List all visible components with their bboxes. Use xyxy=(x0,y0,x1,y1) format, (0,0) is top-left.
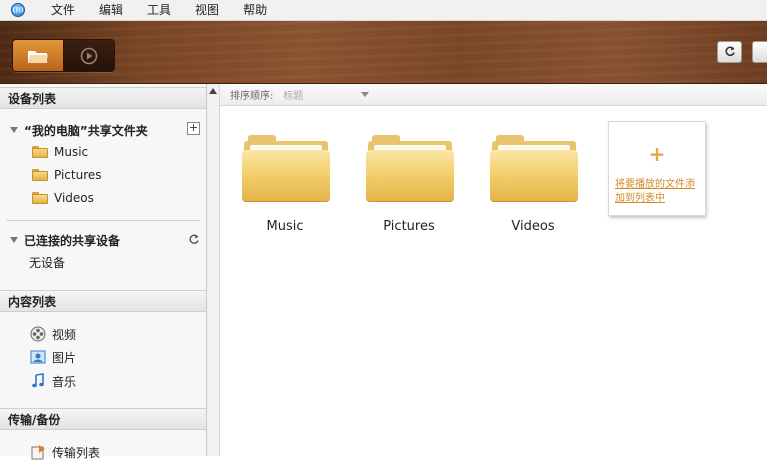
scroll-up-arrow-icon[interactable] xyxy=(209,88,217,94)
video-icon xyxy=(30,326,46,342)
sidebar-scrollbar[interactable] xyxy=(207,84,220,456)
menu-edit[interactable]: 编辑 xyxy=(87,0,135,20)
expand-triangle-icon[interactable] xyxy=(10,237,18,243)
content-area: 排序顺序: 标题 Music Pictures Videos + 将要播放的文件… xyxy=(220,84,767,456)
sidebar-folder-pictures[interactable]: Pictures xyxy=(32,166,102,184)
no-device-text: 无设备 xyxy=(29,255,66,270)
add-files-card[interactable]: + 将要播放的文件添 加到列表中 xyxy=(608,121,706,216)
devices-header: 设备列表 xyxy=(0,87,206,109)
connected-devices-label: 已连接的共享设备 xyxy=(24,233,121,248)
add-files-text-line2: 加到列表中 xyxy=(615,193,665,204)
folder-view-button[interactable] xyxy=(13,40,64,71)
transfer-item-list[interactable]: 传输列表 xyxy=(30,443,100,461)
folder-tile-music[interactable] xyxy=(242,135,330,202)
add-shared-folder-button[interactable]: + xyxy=(187,122,200,135)
sort-dropdown-arrow-icon[interactable] xyxy=(361,92,370,97)
folder-icon xyxy=(27,50,48,63)
menu-bar: ())) 文件 编辑 工具 视图 帮助 xyxy=(0,0,767,21)
folder-icon xyxy=(32,169,48,181)
folder-tile-label: Videos xyxy=(511,219,555,234)
picture-icon xyxy=(30,349,46,365)
menu-help[interactable]: 帮助 xyxy=(231,0,279,20)
my-computer-node[interactable]: “我的电脑”共享文件夹 xyxy=(10,121,148,139)
plus-icon: + xyxy=(648,142,666,166)
divider xyxy=(6,220,200,221)
play-icon xyxy=(80,47,97,64)
my-computer-label: “我的电脑”共享文件夹 xyxy=(24,123,148,138)
sidebar-folder-label: Music xyxy=(54,145,89,159)
content-header: 内容列表 xyxy=(0,290,206,312)
folder-tile-pictures[interactable] xyxy=(366,135,454,202)
folder-icon xyxy=(32,192,48,204)
view-switcher xyxy=(12,39,115,72)
refresh-button[interactable] xyxy=(717,41,742,63)
sort-select-value[interactable]: 标题 xyxy=(283,87,303,102)
folder-icon xyxy=(32,146,48,158)
toolbar xyxy=(0,21,767,84)
more-button[interactable] xyxy=(752,41,767,63)
music-note-icon xyxy=(30,373,46,389)
sidebar-folder-label: Pictures xyxy=(54,168,102,182)
add-files-link[interactable]: 将要播放的文件添 加到列表中 xyxy=(615,178,705,206)
sidebar: 设备列表 “我的电脑”共享文件夹 + Music Pictures Videos… xyxy=(0,84,207,460)
sort-bar: 排序顺序: 标题 xyxy=(220,84,767,106)
connected-devices-node[interactable]: 已连接的共享设备 xyxy=(10,231,120,249)
content-item-video[interactable]: 视频 xyxy=(30,325,76,343)
sidebar-folder-label: Videos xyxy=(54,191,94,205)
menu-view[interactable]: 视图 xyxy=(183,0,231,20)
sort-label: 排序顺序: xyxy=(230,91,274,102)
transfer-header: 传输/备份 xyxy=(0,408,206,430)
add-files-text-line1: 将要播放的文件添 xyxy=(615,179,695,190)
menu-file[interactable]: 文件 xyxy=(39,0,87,20)
refresh-icon xyxy=(724,46,735,57)
refresh-devices-icon[interactable] xyxy=(188,234,200,246)
folder-tile-label: Pictures xyxy=(383,219,435,234)
menu-tools[interactable]: 工具 xyxy=(135,0,183,20)
folder-tile-label: Music xyxy=(266,219,304,234)
sidebar-folder-music[interactable]: Music xyxy=(32,143,88,161)
content-item-picture[interactable]: 图片 xyxy=(30,348,76,366)
content-item-label: 音乐 xyxy=(52,374,77,389)
app-logo-icon: ())) xyxy=(11,3,25,17)
transfer-icon xyxy=(30,444,46,460)
content-item-label: 图片 xyxy=(52,350,77,365)
app-logo-text: ())) xyxy=(12,6,24,14)
sidebar-folder-videos[interactable]: Videos xyxy=(32,189,94,207)
expand-triangle-icon[interactable] xyxy=(10,127,18,133)
folder-tile-videos[interactable] xyxy=(490,135,578,202)
content-item-label: 视频 xyxy=(52,327,77,342)
content-item-music[interactable]: 音乐 xyxy=(30,372,76,390)
transfer-item-label: 传输列表 xyxy=(52,445,101,460)
play-view-button[interactable] xyxy=(63,40,114,71)
